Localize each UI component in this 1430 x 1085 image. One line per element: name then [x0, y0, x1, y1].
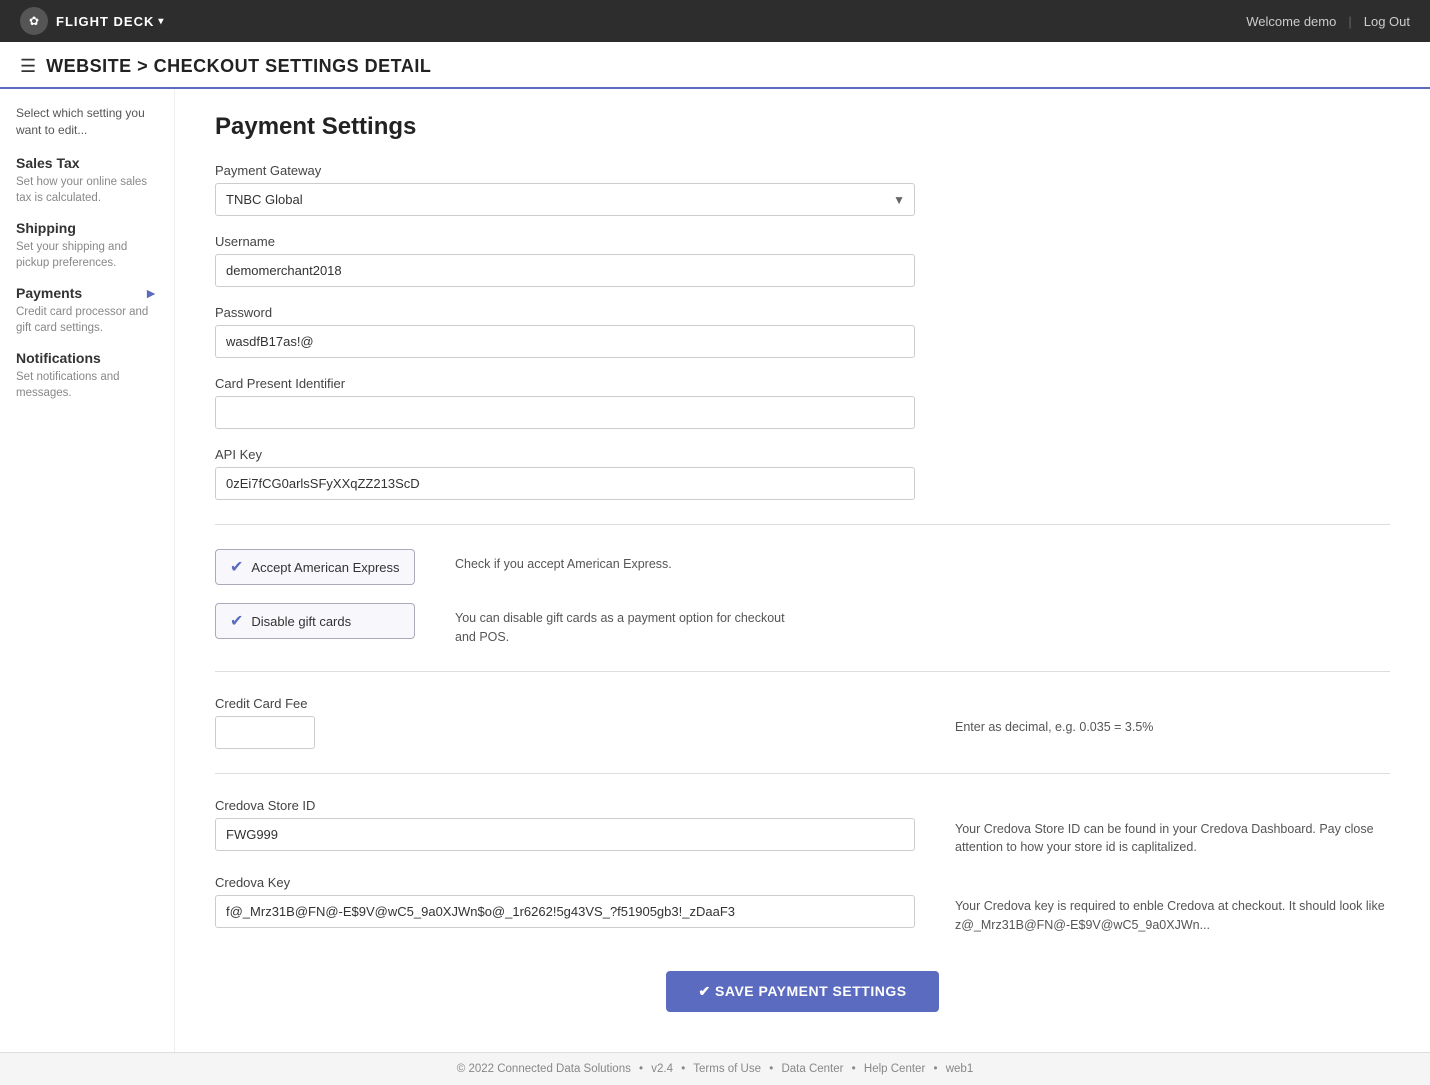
- credit-card-fee-input[interactable]: [215, 716, 315, 749]
- content-area: Payment Settings Payment Gateway TNBC Gl…: [175, 89, 1430, 1052]
- sidebar-item-sales-tax[interactable]: Sales Tax Set how your online sales tax …: [16, 155, 158, 206]
- sidebar-item-desc-shipping: Set your shipping and pickup preferences…: [16, 239, 158, 271]
- credit-card-fee-row: Credit Card Fee Enter as decimal, e.g. 0…: [215, 696, 1390, 749]
- footer-copyright: © 2022 Connected Data Solutions: [457, 1063, 631, 1075]
- credova-key-input[interactable]: [215, 895, 915, 928]
- username-input[interactable]: [215, 254, 915, 287]
- footer-data-center-link[interactable]: Data Center: [781, 1063, 843, 1075]
- footer-instance: web1: [946, 1063, 974, 1075]
- footer-help-center-link[interactable]: Help Center: [864, 1063, 925, 1075]
- sidebar-item-notifications[interactable]: Notifications Set notifications and mess…: [16, 350, 158, 401]
- amex-row: ✔ Accept American Express Check if you a…: [215, 549, 1390, 585]
- payment-gateway-select-wrapper: TNBC Global Stripe PayPal Square ▼: [215, 183, 915, 216]
- payment-gateway-group: Payment Gateway TNBC Global Stripe PayPa…: [215, 163, 1390, 216]
- credova-store-id-label: Credova Store ID: [215, 798, 915, 813]
- credova-store-id-input[interactable]: [215, 818, 915, 851]
- username-label: Username: [215, 234, 1390, 249]
- sidebar: Select which setting you want to edit...…: [0, 89, 175, 1052]
- credova-store-id-row: Credova Store ID Your Credova Store ID c…: [215, 798, 1390, 858]
- sidebar-item-desc-sales-tax: Set how your online sales tax is calcula…: [16, 174, 158, 206]
- sidebar-item-title-notifications[interactable]: Notifications: [16, 350, 101, 366]
- breadcrumb: WEBSITE > CHECKOUT SETTINGS DETAIL: [46, 56, 431, 77]
- welcome-text: Welcome demo: [1246, 14, 1336, 29]
- username-group: Username: [215, 234, 1390, 287]
- gift-cards-row: ✔ Disable gift cards You can disable gif…: [215, 603, 1390, 647]
- api-key-label: API Key: [215, 447, 1390, 462]
- credit-card-fee-hint: Enter as decimal, e.g. 0.035 = 3.5%: [955, 696, 1390, 737]
- brand-chevron-icon: ▾: [158, 16, 164, 27]
- footer-dot-3: •: [769, 1063, 773, 1075]
- credit-card-fee-label: Credit Card Fee: [215, 696, 915, 711]
- footer-dot-2: •: [681, 1063, 685, 1075]
- credova-store-id-hint: Your Credova Store ID can be found in yo…: [955, 798, 1390, 858]
- footer-dot-1: •: [639, 1063, 643, 1075]
- credova-key-row: Credova Key Your Credova key is required…: [215, 875, 1390, 935]
- sidebar-item-payments[interactable]: Payments ► Credit card processor and gif…: [16, 285, 158, 336]
- brand-text: FLIGHT DECK: [56, 14, 154, 29]
- sidebar-item-desc-notifications: Set notifications and messages.: [16, 369, 158, 401]
- main-layout: Select which setting you want to edit...…: [0, 89, 1430, 1052]
- card-present-input[interactable]: [215, 396, 915, 429]
- password-label: Password: [215, 305, 1390, 320]
- amex-hint: Check if you accept American Express.: [455, 549, 672, 574]
- gift-cards-hint: You can disable gift cards as a payment …: [455, 603, 795, 647]
- card-present-label: Card Present Identifier: [215, 376, 1390, 391]
- brand-name[interactable]: FLIGHT DECK ▾: [56, 14, 164, 29]
- credova-store-id-col: Credova Store ID: [215, 798, 915, 851]
- sidebar-arrow-payments: ►: [144, 285, 158, 301]
- save-btn-label: ✔ SAVE PAYMENT SETTINGS: [698, 983, 906, 1000]
- footer: © 2022 Connected Data Solutions • v2.4 •…: [0, 1052, 1430, 1085]
- payment-gateway-select[interactable]: TNBC Global Stripe PayPal Square: [215, 183, 915, 216]
- footer-dot-5: •: [933, 1063, 937, 1075]
- password-input[interactable]: [215, 325, 915, 358]
- payment-gateway-label: Payment Gateway: [215, 163, 1390, 178]
- credit-card-fee-col: Credit Card Fee: [215, 696, 915, 749]
- footer-terms-link[interactable]: Terms of Use: [693, 1063, 761, 1075]
- sidebar-prompt: Select which setting you want to edit...: [16, 105, 158, 139]
- footer-version: v2.4: [651, 1063, 673, 1075]
- sidebar-item-shipping[interactable]: Shipping Set your shipping and pickup pr…: [16, 220, 158, 271]
- sidebar-item-title-sales-tax[interactable]: Sales Tax: [16, 155, 80, 171]
- sidebar-item-title-shipping[interactable]: Shipping: [16, 220, 76, 236]
- gift-cards-label: Disable gift cards: [251, 614, 351, 629]
- password-group: Password: [215, 305, 1390, 358]
- menu-icon[interactable]: ☰: [20, 56, 36, 77]
- section-divider-1: [215, 524, 1390, 525]
- logo-icon: ✿: [20, 7, 48, 35]
- section-divider-3: [215, 773, 1390, 774]
- top-nav-right: Welcome demo | Log Out: [1246, 14, 1410, 29]
- api-key-input[interactable]: [215, 467, 915, 500]
- amex-label: Accept American Express: [251, 560, 399, 575]
- sidebar-item-desc-payments: Credit card processor and gift card sett…: [16, 304, 158, 336]
- footer-dot-4: •: [852, 1063, 856, 1075]
- save-payment-settings-button[interactable]: ✔ SAVE PAYMENT SETTINGS: [666, 971, 938, 1012]
- credova-key-hint: Your Credova key is required to enble Cr…: [955, 875, 1390, 935]
- page-header: ☰ WEBSITE > CHECKOUT SETTINGS DETAIL: [0, 42, 1430, 89]
- gift-cards-check-icon: ✔: [230, 611, 243, 631]
- amex-check-icon: ✔: [230, 557, 243, 577]
- accept-amex-button[interactable]: ✔ Accept American Express: [215, 549, 415, 585]
- credova-key-col: Credova Key: [215, 875, 915, 928]
- top-nav: ✿ FLIGHT DECK ▾ Welcome demo | Log Out: [0, 0, 1430, 42]
- api-key-group: API Key: [215, 447, 1390, 500]
- section-divider-2: [215, 671, 1390, 672]
- disable-gift-cards-button[interactable]: ✔ Disable gift cards: [215, 603, 415, 639]
- save-btn-row: ✔ SAVE PAYMENT SETTINGS: [215, 971, 1390, 1012]
- sidebar-item-title-payments[interactable]: Payments: [16, 285, 82, 301]
- nav-divider: |: [1348, 14, 1351, 29]
- credova-key-label: Credova Key: [215, 875, 915, 890]
- logout-link[interactable]: Log Out: [1364, 14, 1410, 29]
- page-title: Payment Settings: [215, 113, 1390, 141]
- top-nav-left: ✿ FLIGHT DECK ▾: [20, 7, 164, 35]
- card-present-group: Card Present Identifier: [215, 376, 1390, 429]
